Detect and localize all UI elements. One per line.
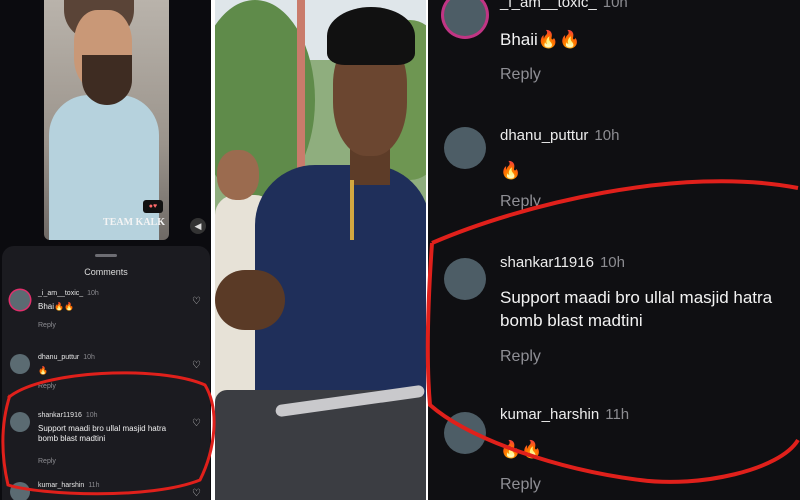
photo-bystander-head (217, 150, 259, 200)
username-text[interactable]: dhanu_puttur (38, 354, 79, 361)
username-text[interactable]: shankar11916 (500, 254, 594, 271)
comment-time: 10h (85, 412, 98, 419)
reply-button[interactable]: Reply (38, 383, 56, 390)
video-subject-beard (82, 55, 132, 105)
reply-button[interactable]: Reply (500, 193, 541, 211)
comment-username[interactable]: shankar11916 10h (500, 254, 625, 271)
video-watermark: TEAM KALK (103, 217, 165, 228)
reply-button[interactable]: Reply (500, 476, 541, 494)
comment-text: 🔥 (38, 366, 48, 375)
comment-username[interactable]: shankar11916 10h (38, 412, 98, 419)
photo-man-chain (350, 180, 354, 240)
comment-time: 10h (599, 254, 625, 271)
photo-man-cap (327, 7, 415, 65)
username-text[interactable]: dhanu_puttur (500, 127, 588, 144)
volume-icon[interactable]: ◀ (190, 218, 206, 234)
comment-username[interactable]: _i_am__toxic_ 10h (500, 0, 628, 11)
comments-sheet: Comments _i_am__toxic_ 10h Bhai🔥🔥 Reply ♡… (2, 246, 210, 500)
reply-button[interactable]: Reply (38, 458, 56, 465)
heart-outline-icon[interactable]: ♡ (192, 418, 204, 430)
comment-text: Support maadi bro ullal masjid hatra bom… (500, 288, 773, 330)
middle-photo (215, 0, 426, 500)
comment-time: 11h (88, 482, 100, 489)
username-text[interactable]: shankar11916 (38, 412, 82, 419)
comment-text: Support maadi bro ullal masjid hatra bom… (38, 424, 167, 443)
avatar[interactable] (10, 412, 30, 432)
heart-outline-icon[interactable]: ♡ (192, 296, 204, 308)
comment-username[interactable]: dhanu_puttur 10h (38, 354, 95, 361)
avatar[interactable] (444, 412, 486, 454)
avatar[interactable] (10, 482, 30, 500)
reply-button[interactable]: Reply (500, 66, 541, 84)
photo-man-arm (215, 270, 285, 330)
heart-outline-icon[interactable]: ♡ (192, 360, 204, 372)
avatar[interactable] (10, 290, 30, 310)
comment-text: Bhai🔥🔥 (38, 302, 74, 311)
sheet-drag-handle[interactable] (95, 254, 117, 257)
comment-username[interactable]: dhanu_puttur 10h (500, 127, 619, 144)
comment-time: 10h (87, 290, 99, 297)
comment-text: 🔥🔥 (500, 440, 543, 459)
username-text[interactable]: _i_am__toxic_ (38, 290, 83, 297)
avatar[interactable] (10, 354, 30, 374)
comment-time: 11h (605, 406, 630, 423)
comment-text: Bhaii🔥🔥 (500, 30, 581, 49)
avatar[interactable] (444, 0, 486, 36)
username-text[interactable]: kumar_harshin (38, 482, 84, 489)
reply-button[interactable]: Reply (38, 322, 56, 329)
comment-time: 10h (83, 354, 95, 361)
right-comments-zoom: _i_am__toxic_ 10h Bhaii🔥🔥 Reply dhanu_put… (428, 0, 800, 500)
comment-username[interactable]: kumar_harshin 11h (500, 406, 629, 423)
username-text[interactable]: kumar_harshin (500, 406, 599, 423)
comment-username[interactable]: _i_am__toxic_ 10h (38, 290, 99, 297)
comment-text: 🔥 (500, 161, 522, 180)
reply-button[interactable]: Reply (500, 348, 541, 366)
emoji-badge: ●♥ (143, 200, 163, 213)
video-thumbnail[interactable]: ●♥ TEAM KALK (44, 0, 169, 240)
left-screenshot: ●♥ TEAM KALK ◀ Comments _i_am__toxic_ 10h… (0, 0, 211, 500)
avatar[interactable] (444, 127, 486, 169)
comment-username[interactable]: kumar_harshin 11h (38, 482, 99, 489)
heart-outline-icon[interactable]: ♡ (192, 488, 204, 500)
avatar[interactable] (444, 258, 486, 300)
comments-title: Comments (84, 267, 128, 277)
username-text[interactable]: _i_am__toxic_ (500, 0, 597, 11)
comment-time: 10h (602, 0, 628, 11)
comment-time: 10h (594, 127, 620, 144)
